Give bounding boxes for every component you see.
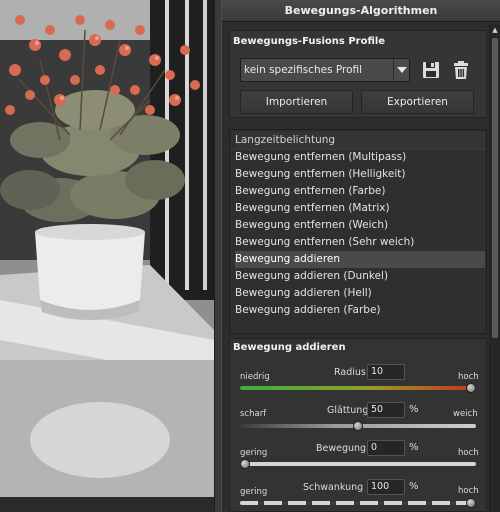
schwankung-label: Schwankung xyxy=(303,482,364,493)
glaettung-slider-handle[interactable] xyxy=(353,421,363,431)
photo-flowers-in-pot xyxy=(0,0,214,497)
scroll-up-icon[interactable]: ▲ xyxy=(491,26,499,34)
radius-input[interactable]: 10 xyxy=(367,364,405,380)
glaettung-min-label: scharf xyxy=(240,409,267,419)
list-item[interactable]: Bewegung entfernen (Matrix) xyxy=(235,200,485,217)
schwankung-min-label: gering xyxy=(240,487,268,497)
glaettung-max-label: weich xyxy=(453,409,478,419)
list-item-selected[interactable]: Bewegung addieren xyxy=(235,251,485,268)
delete-profile-button[interactable] xyxy=(449,58,473,82)
profile-select-value: kein spezifisches Profil xyxy=(244,64,363,76)
preview-bottom-bar xyxy=(0,497,222,512)
radius-label: Radius xyxy=(334,367,366,378)
list-item[interactable]: Bewegung addieren (Farbe) xyxy=(235,302,485,319)
bewegung-min-label: gering xyxy=(240,448,268,458)
glaettung-label: Glättung xyxy=(327,405,369,416)
schwankung-slider-track[interactable] xyxy=(240,501,476,505)
panel-title: Bewegungs-Algorithmen xyxy=(222,0,500,22)
schwankung-slider-handle[interactable] xyxy=(466,498,476,508)
bewegung-label: Bewegung xyxy=(316,443,367,454)
list-item[interactable]: Bewegung addieren (Hell) xyxy=(235,285,485,302)
list-header[interactable]: Langzeitbelichtung xyxy=(235,132,485,149)
glaettung-unit: % xyxy=(409,404,419,415)
chevron-down-icon[interactable] xyxy=(393,59,409,81)
bewegung-slider-track[interactable] xyxy=(240,462,476,466)
schwankung-max-label: hoch xyxy=(458,486,479,496)
trash-icon xyxy=(454,61,468,79)
bewegung-slider-handle[interactable] xyxy=(240,459,250,469)
parameters-heading: Bewegung addieren xyxy=(233,342,346,353)
profile-select[interactable]: kein spezifisches Profil xyxy=(240,58,410,82)
save-profile-button[interactable] xyxy=(419,58,443,82)
radius-min-label: niedrig xyxy=(240,372,270,382)
schwankung-input[interactable]: 100 xyxy=(367,479,405,495)
list-item[interactable]: Bewegung entfernen (Sehr weich) xyxy=(235,234,485,251)
list-item[interactable]: Bewegung entfernen (Weich) xyxy=(235,217,485,234)
list-item[interactable]: Bewegung entfernen (Multipass) xyxy=(235,149,485,166)
glaettung-input[interactable]: 50 xyxy=(367,402,405,418)
export-button[interactable]: Exportieren xyxy=(361,90,474,114)
radius-slider-track[interactable] xyxy=(240,386,476,390)
save-icon xyxy=(423,62,439,78)
bewegung-unit: % xyxy=(409,442,419,453)
radius-slider-handle[interactable] xyxy=(466,383,476,393)
radius-max-label: hoch xyxy=(458,372,479,382)
image-preview[interactable] xyxy=(0,0,214,497)
scroll-thumb[interactable] xyxy=(492,38,498,338)
schwankung-unit: % xyxy=(409,481,419,492)
list-item[interactable]: Bewegung entfernen (Helligkeit) xyxy=(235,166,485,183)
panel-scrollbar[interactable]: ▲ xyxy=(489,24,500,512)
profiles-heading: Bewegungs-Fusions Profile xyxy=(233,36,386,47)
import-button[interactable]: Importieren xyxy=(240,90,353,114)
panel-splitter[interactable] xyxy=(214,0,222,512)
list-item[interactable]: Bewegung addieren (Dunkel) xyxy=(235,268,485,285)
list-item[interactable]: Bewegung entfernen (Farbe) xyxy=(235,183,485,200)
bewegung-input[interactable]: 0 xyxy=(367,440,405,456)
bewegung-max-label: hoch xyxy=(458,448,479,458)
algorithm-list[interactable]: Langzeitbelichtung Bewegung entfernen (M… xyxy=(229,129,487,334)
app-window: Bewegungs-Algorithmen ▲ Bewegungs-Fusion… xyxy=(0,0,500,512)
